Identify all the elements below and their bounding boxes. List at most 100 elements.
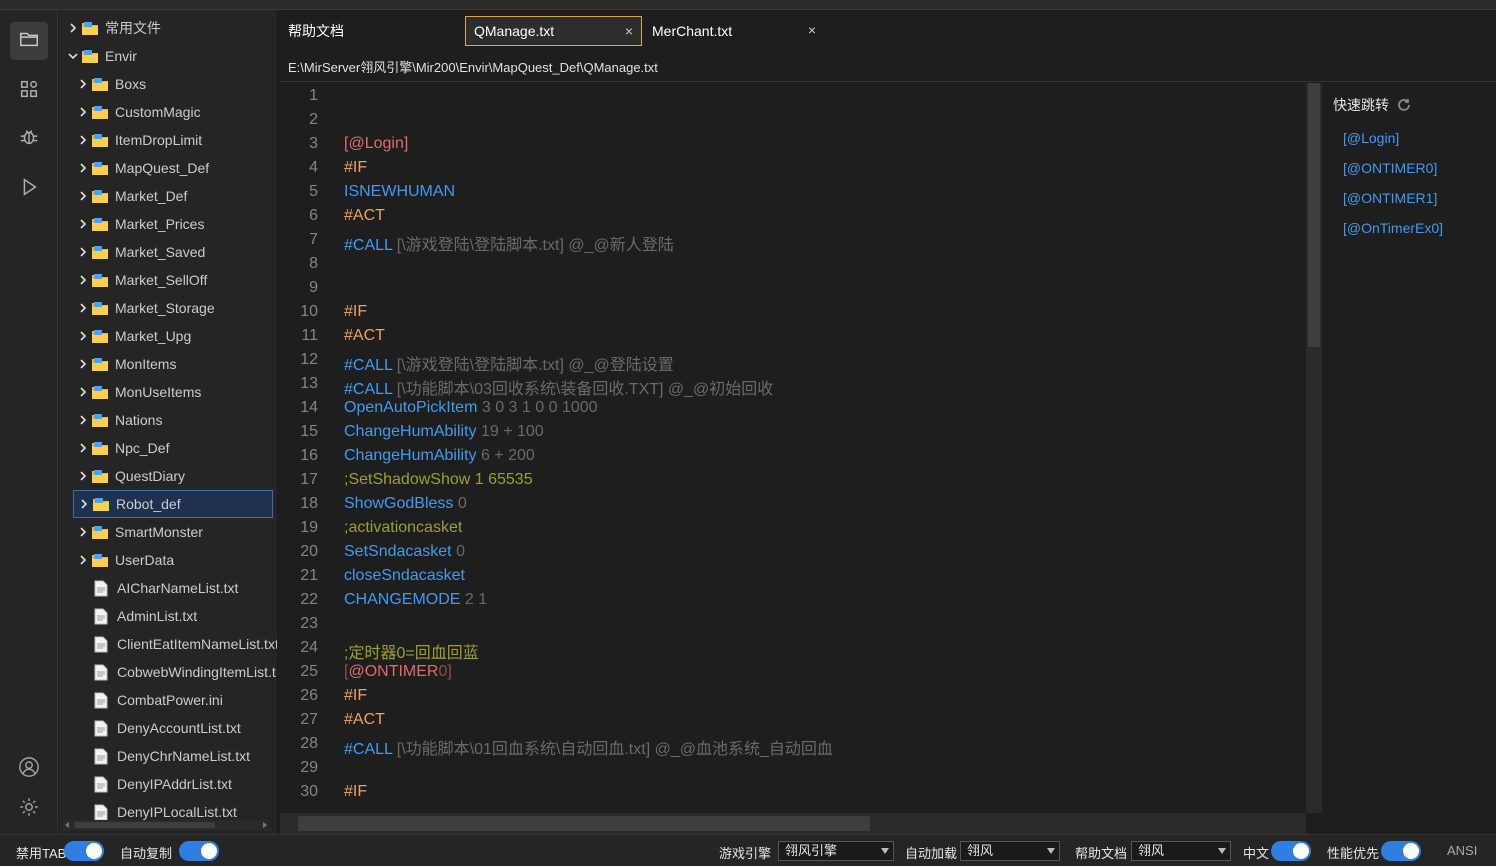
tree-folder[interactable]: ItemDropLimit	[59, 126, 277, 154]
chevron-right-icon[interactable]	[77, 386, 89, 398]
close-icon[interactable]: ×	[625, 23, 633, 39]
disable-tab-toggle[interactable]	[64, 841, 104, 861]
chevron-right-icon[interactable]	[77, 442, 89, 454]
code-line[interactable]: ChangeHumAbility 19 + 100	[344, 423, 544, 441]
vertical-scroll-thumb[interactable]	[1308, 83, 1320, 347]
tree-folder[interactable]: Market_Upg	[59, 322, 277, 350]
editor-tab[interactable]: QManage.txt ×	[465, 16, 642, 46]
debug-activity-button[interactable]	[10, 120, 48, 158]
tree-folder[interactable]: Market_Saved	[59, 238, 277, 266]
chevron-down-icon[interactable]	[67, 50, 79, 62]
code-line[interactable]: #IF	[344, 783, 367, 801]
tree-folder[interactable]: UserData	[59, 546, 277, 574]
tree-folder[interactable]: Market_Def	[59, 182, 277, 210]
quick-jump-item[interactable]: [@Login]	[1343, 130, 1399, 146]
chevron-right-icon[interactable]	[77, 330, 89, 342]
editor-horizontal-scrollbar[interactable]	[280, 813, 1306, 834]
chevron-right-icon[interactable]	[77, 134, 89, 146]
code-line[interactable]: SetSndacasket 0	[344, 543, 465, 561]
code-line[interactable]: #CALL [\功能脚本\03回收系统\装备回收.TXT] @_@初始回收	[344, 375, 773, 399]
chevron-right-icon[interactable]	[77, 414, 89, 426]
tree-file[interactable]: AdminList.txt	[59, 602, 277, 630]
performance-toggle[interactable]	[1381, 841, 1421, 861]
run-activity-button[interactable]	[10, 170, 48, 208]
chevron-right-icon[interactable]	[78, 498, 90, 510]
editor-tab[interactable]: 帮助文档	[280, 16, 460, 46]
chevron-right-icon[interactable]	[77, 358, 89, 370]
quick-jump-item[interactable]: [@ONTIMER0]	[1343, 160, 1437, 176]
code-line[interactable]: ChangeHumAbility 6 + 200	[344, 447, 535, 465]
encoding-indicator[interactable]: ANSI	[1447, 843, 1477, 858]
explorer-activity-button[interactable]	[10, 22, 48, 60]
chevron-right-icon[interactable]	[77, 554, 89, 566]
chevron-right-icon[interactable]	[77, 274, 89, 286]
tree-folder[interactable]: Envir	[59, 42, 277, 70]
chevron-right-icon[interactable]	[67, 22, 79, 34]
code-line[interactable]: #ACT	[344, 327, 385, 345]
code-line[interactable]: #IF	[344, 687, 367, 705]
code-line[interactable]: ;SetShadowShow 1 65535	[344, 471, 533, 489]
tree-file[interactable]: ClientEatItemNameList.txt	[59, 630, 277, 658]
code-editor[interactable]: 1 2 3 [@Login] 4 #IF 5 ISNEWHUMAN 6 #ACT 7 #CALL [\…	[280, 83, 1322, 813]
helpdoc-select[interactable]: 翎风	[1131, 841, 1231, 861]
extensions-activity-button[interactable]	[10, 72, 48, 110]
tree-folder[interactable]: Nations	[59, 406, 277, 434]
chevron-right-icon[interactable]	[77, 78, 89, 90]
account-button[interactable]	[10, 750, 48, 788]
tree-file[interactable]: CobwebWindingItemList.t	[59, 658, 277, 686]
editor-vertical-scrollbar[interactable]	[1306, 83, 1322, 813]
chevron-right-icon[interactable]	[77, 526, 89, 538]
tree-folder[interactable]: Robot_def	[73, 490, 273, 518]
code-line[interactable]: closeSndacasket	[344, 567, 465, 585]
tree-folder[interactable]: QuestDiary	[59, 462, 277, 490]
code-line[interactable]: ;定时器0=回血回蓝	[344, 639, 479, 663]
code-line[interactable]: #ACT	[344, 711, 385, 729]
tree-folder[interactable]: Market_Storage	[59, 294, 277, 322]
engine-select[interactable]: 翎风引擎	[778, 841, 894, 861]
code-line[interactable]: ShowGodBless 0	[344, 495, 467, 513]
quick-jump-item[interactable]: [@OnTimerEx0]	[1343, 220, 1443, 236]
tree-file[interactable]: DenyAccountList.txt	[59, 714, 277, 742]
tree-folder[interactable]: Market_Prices	[59, 210, 277, 238]
tree-folder[interactable]: Boxs	[59, 70, 277, 98]
chevron-right-icon[interactable]	[77, 162, 89, 174]
code-line[interactable]: #CALL [\游戏登陆\登陆脚本.txt] @_@登陆设置	[344, 351, 674, 375]
code-line[interactable]: ;activationcasket	[344, 519, 462, 537]
code-line[interactable]: [@ONTIMER0]	[344, 663, 452, 681]
code-line[interactable]: #CALL [\功能脚本\01回血系统\自动回血.txt] @_@血池系统_自动…	[344, 735, 833, 759]
code-line[interactable]: #IF	[344, 159, 367, 177]
tree-file[interactable]: AICharNameList.txt	[59, 574, 277, 602]
tree-folder[interactable]: MapQuest_Def	[59, 154, 277, 182]
code-line[interactable]: #CALL [\游戏登陆\登陆脚本.txt] @_@新人登陆	[344, 231, 674, 255]
tree-folder[interactable]: MonUseItems	[59, 378, 277, 406]
tree-folder[interactable]: MonItems	[59, 350, 277, 378]
tree-folder[interactable]: SmartMonster	[59, 518, 277, 546]
chevron-right-icon[interactable]	[77, 470, 89, 482]
code-line[interactable]: [@Login]	[344, 135, 408, 153]
quick-jump-item[interactable]: [@ONTIMER1]	[1343, 190, 1437, 206]
horizontal-scroll-thumb[interactable]	[298, 816, 870, 831]
refresh-icon[interactable]	[1397, 98, 1411, 112]
tree-file[interactable]: CombatPower.ini	[59, 686, 277, 714]
auto-copy-toggle[interactable]	[179, 841, 219, 861]
chinese-toggle[interactable]	[1271, 841, 1311, 861]
tree-folder[interactable]: Market_SellOff	[59, 266, 277, 294]
code-line[interactable]: OpenAutoPickItem 3 0 3 1 0 0 1000	[344, 399, 598, 417]
chevron-right-icon[interactable]	[77, 190, 89, 202]
settings-button[interactable]	[10, 790, 48, 828]
tree-file[interactable]: DenyIPAddrList.txt	[59, 770, 277, 798]
close-icon[interactable]: ×	[808, 22, 816, 38]
tree-folder[interactable]: Npc_Def	[59, 434, 277, 462]
chevron-right-icon[interactable]	[77, 246, 89, 258]
code-line[interactable]: #ACT	[344, 207, 385, 225]
editor-tab[interactable]: MerChant.txt ×	[644, 16, 824, 46]
tree-folder[interactable]: 常用文件	[59, 14, 277, 42]
code-line[interactable]: ISNEWHUMAN	[344, 183, 455, 201]
chevron-right-icon[interactable]	[77, 106, 89, 118]
autoload-select[interactable]: 翎风	[960, 841, 1060, 861]
chevron-right-icon[interactable]	[77, 218, 89, 230]
tree-folder[interactable]: CustomMagic	[59, 98, 277, 126]
chevron-right-icon[interactable]	[77, 302, 89, 314]
code-line[interactable]: CHANGEMODE 2 1	[344, 591, 487, 609]
explorer-horizontal-scrollbar[interactable]	[63, 820, 269, 830]
